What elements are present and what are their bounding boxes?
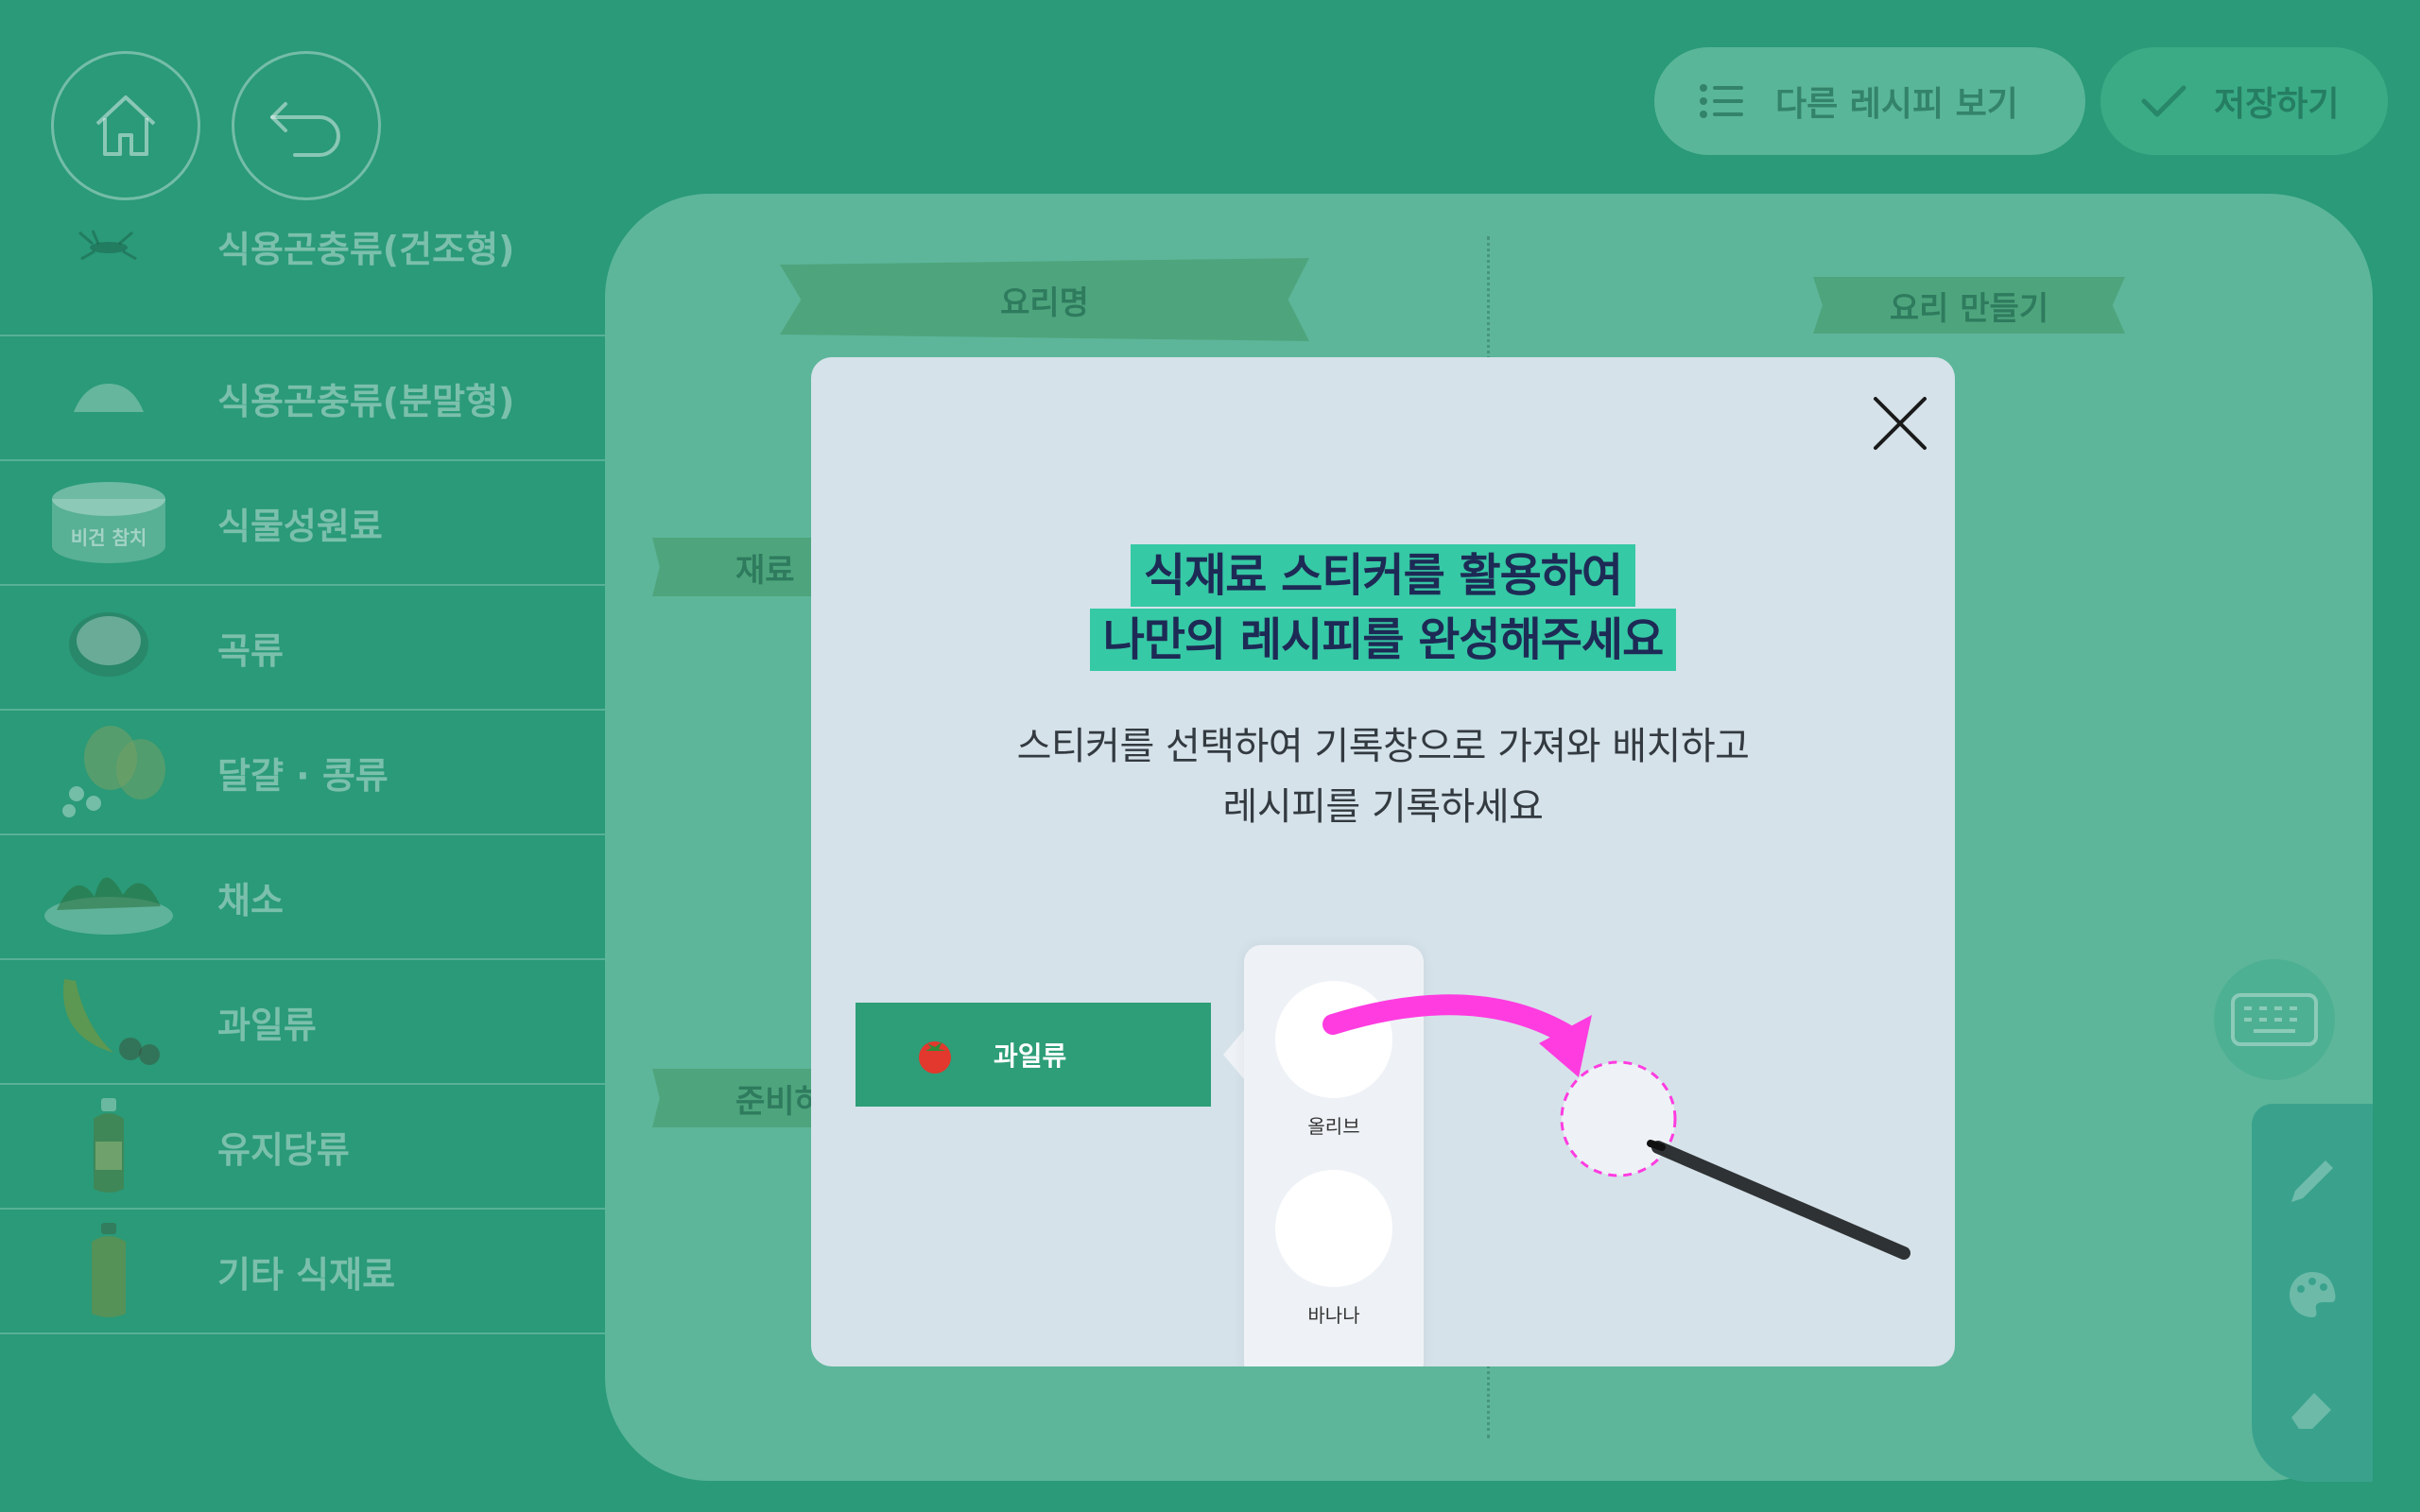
other-ingredient-icon [92, 1223, 126, 1317]
category-label: 과일류 [217, 1004, 317, 1046]
sticker-thumbnail [1275, 1170, 1392, 1287]
drawing-tool-panel [2252, 1104, 2373, 1482]
category-label: 기타 식재료 [217, 1253, 396, 1296]
category-item-dried-insect[interactable]: 식용곤충류(건조형) [0, 147, 605, 336]
category-item-other[interactable]: 기타 식재료 [0, 1210, 605, 1334]
category-item-insect-powder[interactable]: 식용곤충류(분말형) [0, 336, 605, 461]
close-button[interactable] [1858, 382, 1942, 465]
palette-tool-button[interactable] [2280, 1263, 2344, 1327]
demo-category-tab: 과일류 [856, 1003, 1211, 1107]
egg-bean-icon [62, 726, 165, 817]
save-button[interactable]: 저장하기 [2100, 47, 2388, 155]
close-icon [1874, 397, 1927, 450]
instructions-line-2: 레시피를 기록하세요 [1222, 785, 1544, 829]
palette-icon [2290, 1272, 2336, 1317]
category-item-plant-based[interactable]: 비건 참치 식물성원료 [0, 461, 605, 586]
cooking-ribbon: 요리 만들기 [1813, 277, 2125, 334]
tomato-icon [919, 1041, 951, 1074]
sticker-label: 바나나 [1307, 1304, 1360, 1327]
category-item-fruit[interactable]: 과일류 [0, 960, 605, 1085]
demo-sticker-banana: 바나나 [1244, 1170, 1424, 1328]
keyboard-icon [2231, 993, 2318, 1046]
category-label: 식용곤충류(건조형) [217, 228, 515, 270]
drag-arrow-head [1539, 1015, 1592, 1077]
stylus-pen-icon [1651, 1141, 1910, 1260]
demo-sticker-list: 올리브 바나나 [1244, 945, 1424, 1366]
vegetable-icon [44, 877, 173, 935]
keyboard-button[interactable] [2214, 959, 2335, 1080]
svg-text:비건 참치: 비건 참치 [71, 526, 147, 549]
modal-headline: 식재료 스티커를 활용하여 나만의 레시피를 완성해주세요 [811, 544, 1955, 671]
demo-sticker-olive: 올리브 [1244, 981, 1424, 1139]
plant-based-can-icon: 비건 참치 [52, 482, 165, 563]
sticker-label: 올리브 [1307, 1115, 1360, 1138]
category-label: 채소 [217, 879, 284, 921]
guide-modal: 식재료 스티커를 활용하여 나만의 레시피를 완성해주세요 스티커를 선택하여 … [811, 357, 1955, 1366]
dried-insect-icon [78, 230, 137, 261]
insect-powder-icon [74, 384, 144, 412]
category-label: 식물성원료 [217, 505, 383, 547]
category-item-egg-bean[interactable]: 달걀 · 콩류 [0, 711, 605, 835]
oil-sugar-icon [94, 1098, 124, 1193]
demo-list-notch [1223, 1030, 1244, 1079]
instructions-line-1: 스티커를 선택하여 기록창으로 가져와 배치하고 [1016, 725, 1750, 768]
demo-category-label: 과일류 [994, 1040, 1067, 1072]
category-label: 유지당류 [217, 1128, 350, 1171]
category-item-grain[interactable]: 곡류 [0, 586, 605, 711]
fruit-icon [63, 979, 160, 1065]
sticker-thumbnail [1275, 981, 1392, 1098]
category-label: 달걀 · 콩류 [217, 754, 389, 797]
category-item-vegetable[interactable]: 채소 [0, 835, 605, 960]
ingredient-category-sidebar: 식용곤충류(건조형) 식용곤충류(분말형) 비건 참치 식물성원료 곡류 달걀 … [0, 210, 605, 1334]
category-label: 식용곤충류(분말형) [217, 380, 515, 422]
headline-line-2: 나만의 레시피를 완성해주세요 [1089, 609, 1677, 671]
other-recipes-label: 다른 레시피 보기 [1775, 85, 2018, 124]
pen-tool-button[interactable] [2280, 1149, 2344, 1213]
list-icon [1700, 84, 1743, 118]
modal-instructions: 스티커를 선택하여 기록창으로 가져와 배치하고 레시피를 기록하세요 [811, 716, 1955, 837]
drop-target-circle [1560, 1060, 1677, 1177]
dish-name-ribbon: 요리명 [780, 258, 1309, 341]
eraser-icon [2291, 1393, 2331, 1429]
category-item-oil-sugar[interactable]: 유지당류 [0, 1085, 605, 1210]
save-label: 저장하기 [2214, 85, 2340, 124]
category-label: 곡류 [217, 629, 284, 672]
other-recipes-button[interactable]: 다른 레시피 보기 [1654, 47, 2085, 155]
checkmark-icon [2141, 85, 2187, 117]
headline-line-1: 식재료 스티커를 활용하여 [1130, 544, 1636, 607]
grain-bowl-icon [69, 612, 148, 677]
pen-icon [2291, 1160, 2333, 1202]
eraser-tool-button[interactable] [2280, 1376, 2344, 1440]
